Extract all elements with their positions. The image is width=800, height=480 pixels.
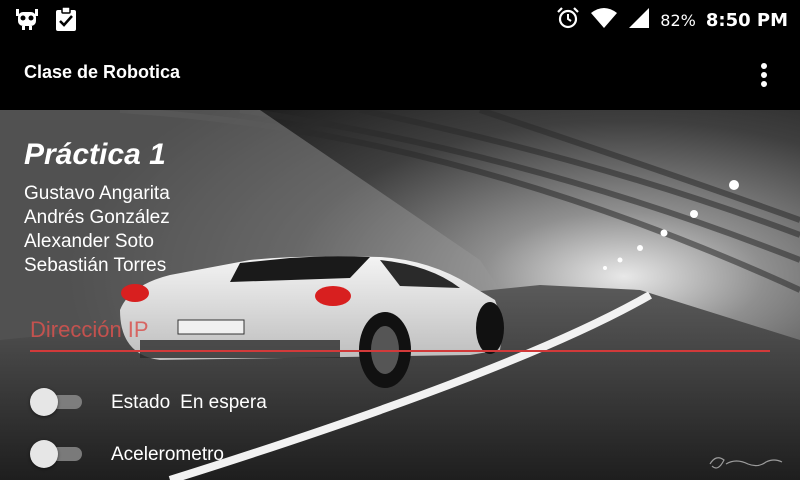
main-content: Práctica 1 Gustavo Angarita Andrés Gonzá… bbox=[0, 110, 800, 480]
app-bar: Clase de Robotica bbox=[0, 40, 800, 110]
cyanogen-bug-icon bbox=[14, 6, 40, 36]
alarm-icon bbox=[556, 6, 580, 34]
practice-title: Práctica 1 bbox=[24, 138, 166, 171]
signal-icon bbox=[628, 7, 650, 33]
app-title: Clase de Robotica bbox=[24, 62, 181, 82]
app-screen: 82% 8:50 PM Clase de Robotica Práctica 1… bbox=[0, 0, 800, 480]
author-name: Alexander Soto bbox=[24, 231, 154, 252]
acelerometro-switch[interactable] bbox=[30, 440, 84, 468]
estado-value: En espera bbox=[180, 392, 267, 413]
ip-address-input[interactable] bbox=[30, 310, 770, 352]
author-name: Sebastián Torres bbox=[24, 255, 167, 276]
authors-list: Gustavo Angarita Andrés González Alexand… bbox=[24, 182, 170, 278]
status-bar: 82% 8:50 PM bbox=[0, 0, 800, 40]
photographer-signature bbox=[709, 457, 783, 469]
more-vert-icon[interactable] bbox=[752, 60, 776, 90]
author-name: Gustavo Angarita bbox=[24, 183, 170, 204]
battery-percent: 82% bbox=[660, 10, 696, 30]
estado-label: Estado bbox=[111, 392, 171, 413]
estado-switch[interactable] bbox=[30, 388, 84, 416]
clock-time: 8:50 PM bbox=[705, 9, 788, 31]
author-name: Andrés González bbox=[24, 207, 170, 228]
clipboard-check-icon bbox=[54, 6, 78, 36]
wifi-icon bbox=[590, 7, 618, 33]
estado-row: Estado En espera bbox=[111, 392, 267, 414]
acelerometro-label: Acelerometro bbox=[111, 444, 224, 465]
